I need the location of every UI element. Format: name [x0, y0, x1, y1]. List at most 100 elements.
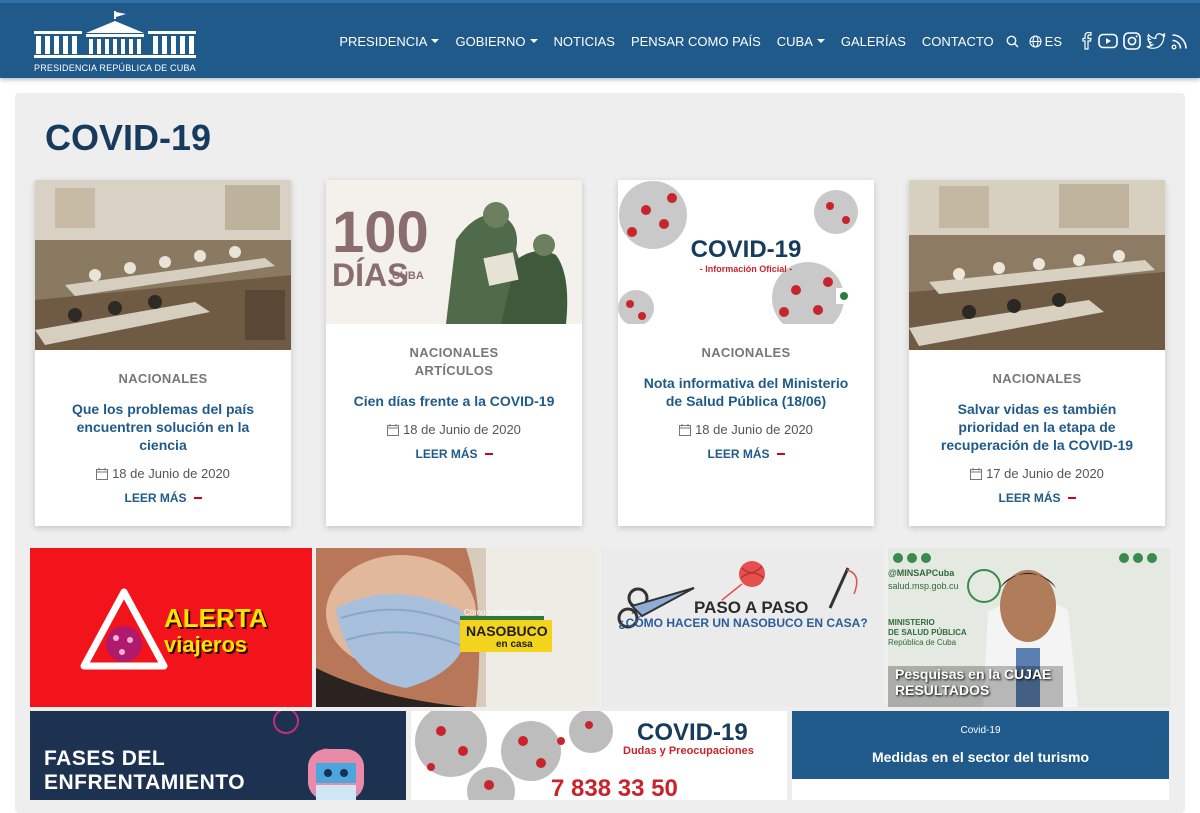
nav-label: GALERÍAS: [840, 33, 906, 49]
nav-label: PRESIDENCIA: [339, 33, 428, 49]
palace-logo-icon: [34, 11, 196, 58]
card-category-secondary: ARTÍCULOS: [414, 363, 494, 378]
news-card[interactable]: NACIONALES Salvar vidas es también prior…: [909, 180, 1165, 526]
logo[interactable]: PRESIDENCIA REPÚBLICA DE CUBA: [34, 11, 196, 73]
card-image-number: 100: [332, 200, 429, 265]
nav-gobierno[interactable]: GOBIERNO: [455, 33, 538, 49]
banner-pesquisas-ministry3: República de Cuba: [888, 638, 957, 647]
card-image-meeting[interactable]: [909, 180, 1165, 350]
calendar-icon: [679, 423, 692, 436]
banner-pesquisas-ministry2: DE SALUD PÚBLICA: [888, 628, 967, 637]
banner-fases-line1: FASES DEL: [44, 747, 166, 770]
logo-text: PRESIDENCIA REPÚBLICA DE CUBA: [34, 63, 196, 73]
card-date-text: 18 de Junio de 2020: [695, 422, 813, 437]
nav-label: NOTICIAS: [553, 33, 615, 49]
card-category: NACIONALES: [701, 345, 791, 360]
instagram-icon[interactable]: [1123, 32, 1141, 50]
chevron-down-icon: [816, 39, 825, 43]
card-title[interactable]: Que los problemas del país encuentren so…: [53, 400, 273, 454]
card-date: 18 de Junio de 2020: [344, 422, 564, 437]
banner-paso-a-paso[interactable]: PASO A PASO ¿CÓMO HACER UN NASOBUCO EN C…: [602, 548, 884, 707]
nav-galerias[interactable]: GALERÍAS: [841, 34, 906, 49]
twitter-icon[interactable]: [1146, 32, 1166, 50]
banner-nasobuco-title: NASOBUCO: [466, 623, 548, 639]
banner-turismo-small: Covid-19: [960, 725, 1001, 736]
card-title[interactable]: Cien días frente a la COVID-19: [344, 392, 564, 410]
banner-paso-line2: ¿CÓMO HACER UN NASOBUCO EN CASA?: [618, 616, 868, 630]
youtube-icon[interactable]: [1098, 33, 1118, 49]
read-more-label: LEER MÁS: [415, 447, 478, 461]
read-more-label: LEER MÁS: [998, 491, 1061, 505]
dash-icon: [193, 497, 202, 499]
banner-dudas-phone: 7 838 33 50: [551, 775, 678, 800]
banner-pesquisas-cujae[interactable]: @MINSAPCuba salud.msp.gob.cu MINISTERIO …: [888, 548, 1170, 707]
banner-dudas-title: COVID-19: [637, 719, 748, 746]
nav-label: CUBA: [776, 33, 813, 49]
nav-label: GOBIERNO: [455, 33, 526, 49]
card-image-meeting[interactable]: [35, 180, 291, 350]
card-date-text: 18 de Junio de 2020: [112, 466, 230, 481]
card-date: 17 de Junio de 2020: [927, 466, 1147, 481]
banner-medidas-turismo[interactable]: Covid-19 Medidas en el sector del turism…: [792, 711, 1169, 800]
read-more-link[interactable]: LEER MÁS: [636, 447, 856, 461]
card-date-text: 18 de Junio de 2020: [403, 422, 521, 437]
banner-nasobuco[interactable]: Cómo confeccionar un NASOBUCO en casa: [316, 548, 598, 707]
site-header: PRESIDENCIA REPÚBLICA DE CUBA PRESIDENCI…: [0, 0, 1200, 78]
globe-icon: [1029, 34, 1042, 48]
dash-icon: [1067, 497, 1076, 499]
card-category: NACIONALES: [992, 371, 1082, 386]
rss-icon[interactable]: [1171, 33, 1188, 50]
card-image-subtitle: - Información Oficial -: [699, 264, 793, 274]
news-card[interactable]: 100 DÍAS CUBA NACIONALES ARTÍCULOS Cien …: [326, 180, 582, 526]
language-selector[interactable]: ES: [1029, 34, 1062, 49]
banner-dudas-sub: Dudas y Preocupaciones: [623, 745, 754, 757]
nav-noticias[interactable]: NOTICIAS: [554, 34, 615, 49]
banner-pesquisas-line2: RESULTADOS: [895, 682, 990, 698]
card-image-country: CUBA: [392, 270, 424, 282]
banner-fases-enfrentamiento[interactable]: FASES DEL ENFRENTAMIENTO: [30, 711, 406, 800]
social-links: [1076, 32, 1188, 50]
banner-turismo-header: [792, 711, 1169, 779]
nav-label: CONTACTO: [921, 33, 994, 49]
language-label: ES: [1044, 33, 1062, 49]
banner-covid-dudas[interactable]: COVID-19 Dudas y Preocupaciones 7 838 33…: [411, 711, 787, 800]
banner-paso-line1: PASO A PASO: [694, 598, 809, 617]
dash-icon: [484, 453, 493, 455]
read-more-link[interactable]: LEER MÁS: [927, 491, 1147, 505]
read-more-link[interactable]: LEER MÁS: [344, 447, 564, 461]
calendar-icon: [970, 467, 983, 480]
card-category: NACIONALES: [409, 345, 499, 360]
nav-cuba[interactable]: CUBA: [777, 34, 825, 49]
card-date: 18 de Junio de 2020: [53, 466, 273, 481]
banner-pesquisas-site: salud.msp.gob.cu: [888, 581, 959, 591]
news-card[interactable]: COVID-19 - Información Oficial - NACIONA…: [618, 180, 874, 526]
banner-pesquisas-ministry1: MINISTERIO: [888, 618, 935, 627]
card-title[interactable]: Nota informativa del Ministerio de Salud…: [636, 374, 856, 410]
news-card[interactable]: NACIONALES Que los problemas del país en…: [35, 180, 291, 526]
banner-alerta-line2: viajeros: [164, 632, 248, 657]
banner-pesquisas-handle: @MINSAPCuba: [888, 568, 955, 578]
chevron-down-icon: [431, 39, 440, 43]
facebook-icon[interactable]: [1081, 32, 1093, 50]
card-date: 18 de Junio de 2020: [636, 422, 856, 437]
card-title[interactable]: Salvar vidas es también prioridad en la …: [927, 400, 1147, 454]
nav-presidencia[interactable]: PRESIDENCIA: [339, 33, 440, 49]
dash-icon: [776, 453, 785, 455]
nav-pensar-como-pais[interactable]: PENSAR COMO PAÍS: [631, 34, 761, 49]
read-more-label: LEER MÁS: [124, 491, 187, 505]
chevron-down-icon: [529, 39, 538, 43]
banner-alerta-viajeros[interactable]: ALERTA viajeros: [30, 548, 312, 707]
nav-contacto[interactable]: CONTACTO: [922, 34, 994, 49]
banner-alerta-line1: ALERTA: [164, 603, 268, 633]
card-date-text: 17 de Junio de 2020: [986, 466, 1104, 481]
search-icon[interactable]: [1006, 35, 1019, 48]
card-image-title: COVID-19: [690, 236, 802, 263]
main-nav: PRESIDENCIA GOBIERNO NOTICIAS PENSAR COM…: [323, 29, 1188, 53]
banner-turismo-title: Medidas en el sector del turismo: [871, 749, 1090, 765]
card-category: NACIONALES: [118, 371, 208, 386]
read-more-link[interactable]: LEER MÁS: [53, 491, 273, 505]
card-image-covid-info[interactable]: COVID-19 - Información Oficial -: [618, 180, 874, 324]
card-image-100-dias[interactable]: 100 DÍAS CUBA: [326, 180, 582, 324]
calendar-icon: [96, 467, 109, 480]
banner-fases-line2: ENFRENTAMIENTO: [44, 771, 246, 794]
